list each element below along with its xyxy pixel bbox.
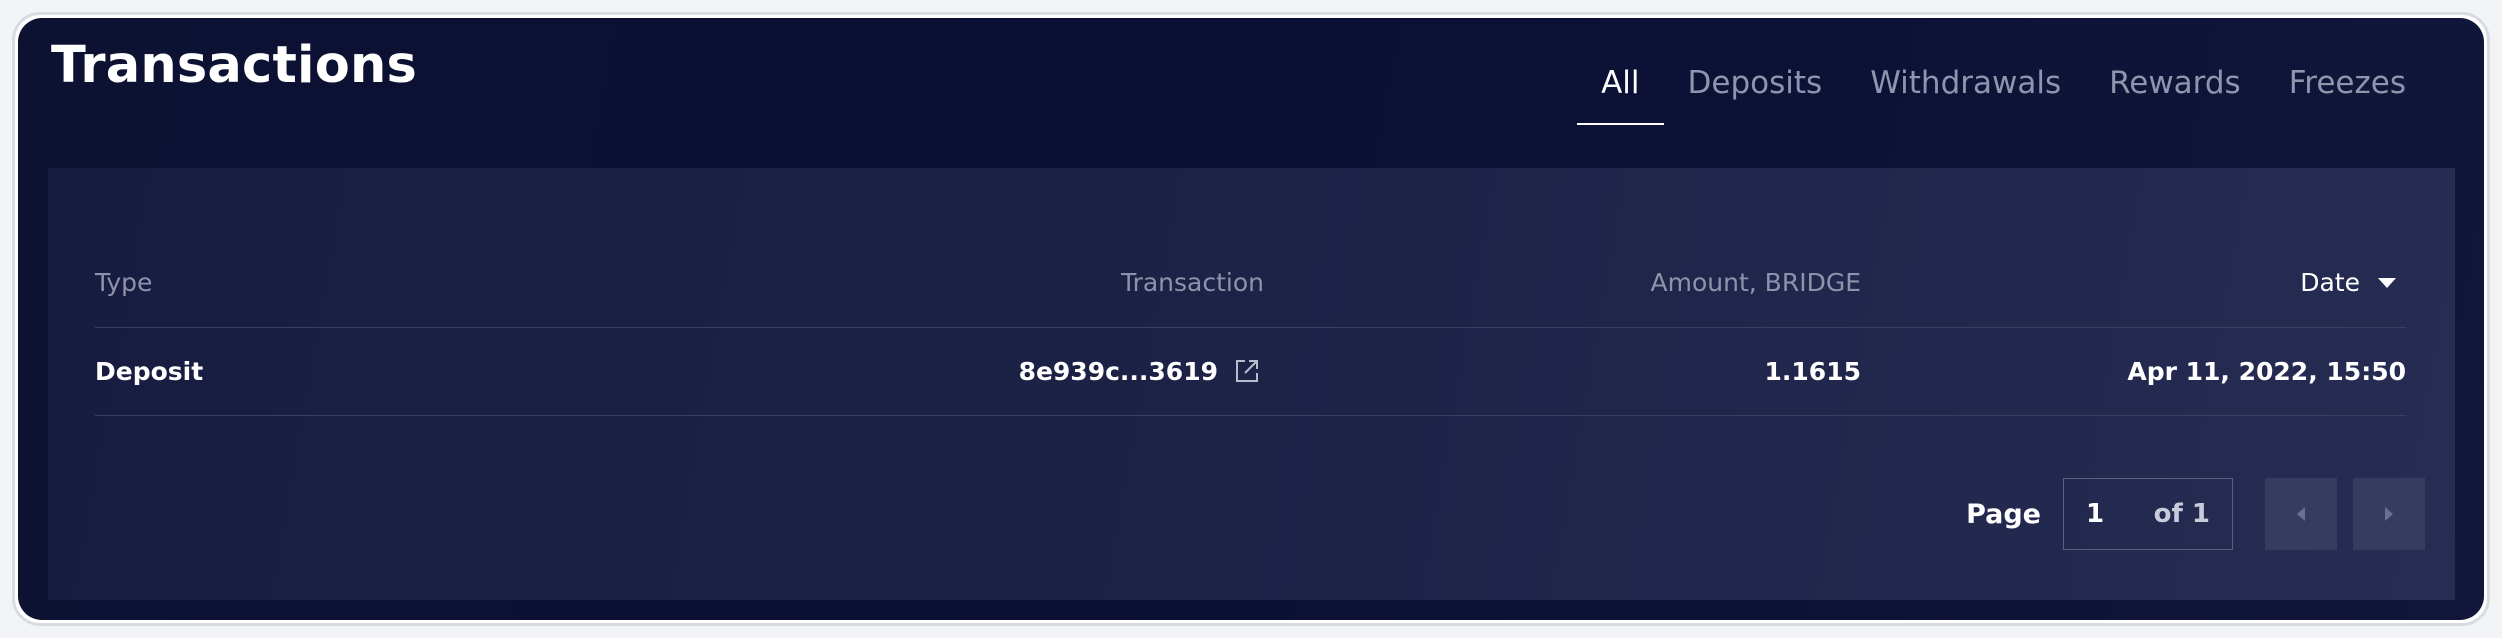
chevron-right-icon [2385,507,2393,521]
chevron-left-icon [2297,507,2305,521]
tab-bar: All Deposits Withdrawals Rewards Freezes [1577,53,2430,125]
transaction-hash-link[interactable]: 8e939c...3619 [1019,357,1218,386]
page-label: Page [1966,498,2041,530]
tab-rewards[interactable]: Rewards [2085,53,2265,123]
tab-deposits[interactable]: Deposits [1664,53,1847,123]
external-link-icon[interactable] [1232,356,1264,388]
next-page-button[interactable] [2353,478,2425,550]
row-type: Deposit [95,357,204,386]
row-date: Apr 11, 2022, 15:50 [2127,357,2406,386]
caret-down-icon [2378,277,2396,288]
row-transaction: 8e939c...3619 [475,356,1264,388]
transactions-table: Type Transaction Amount, BRIDGE Date Dep… [95,238,2406,416]
pagination: Page of 1 [1966,478,2425,550]
window-frame: Transactions All Deposits Withdrawals Re… [12,12,2490,626]
column-header-amount: Amount, BRIDGE [1650,268,1861,297]
page-number-field: of 1 [2063,478,2233,550]
previous-page-button[interactable] [2265,478,2337,550]
table-header-row: Type Transaction Amount, BRIDGE Date [95,238,2406,328]
table-row: Deposit 8e939c...3619 1.1615 Apr 11, 202… [95,328,2406,416]
page-total: of 1 [2153,499,2210,529]
tab-withdrawals[interactable]: Withdrawals [1846,53,2085,123]
tab-all[interactable]: All [1577,53,1664,125]
page-number-input[interactable] [2086,499,2126,529]
tab-freezes[interactable]: Freezes [2265,53,2430,123]
row-amount: 1.1615 [1764,357,1861,386]
column-header-date[interactable]: Date [1861,268,2406,297]
column-header-transaction: Transaction [1120,268,1264,297]
page-title: Transactions [51,36,418,95]
column-header-type: Type [95,268,153,297]
transactions-panel: Type Transaction Amount, BRIDGE Date Dep… [48,168,2455,600]
transactions-window: Transactions All Deposits Withdrawals Re… [18,18,2484,620]
column-header-date-label: Date [2300,268,2360,297]
